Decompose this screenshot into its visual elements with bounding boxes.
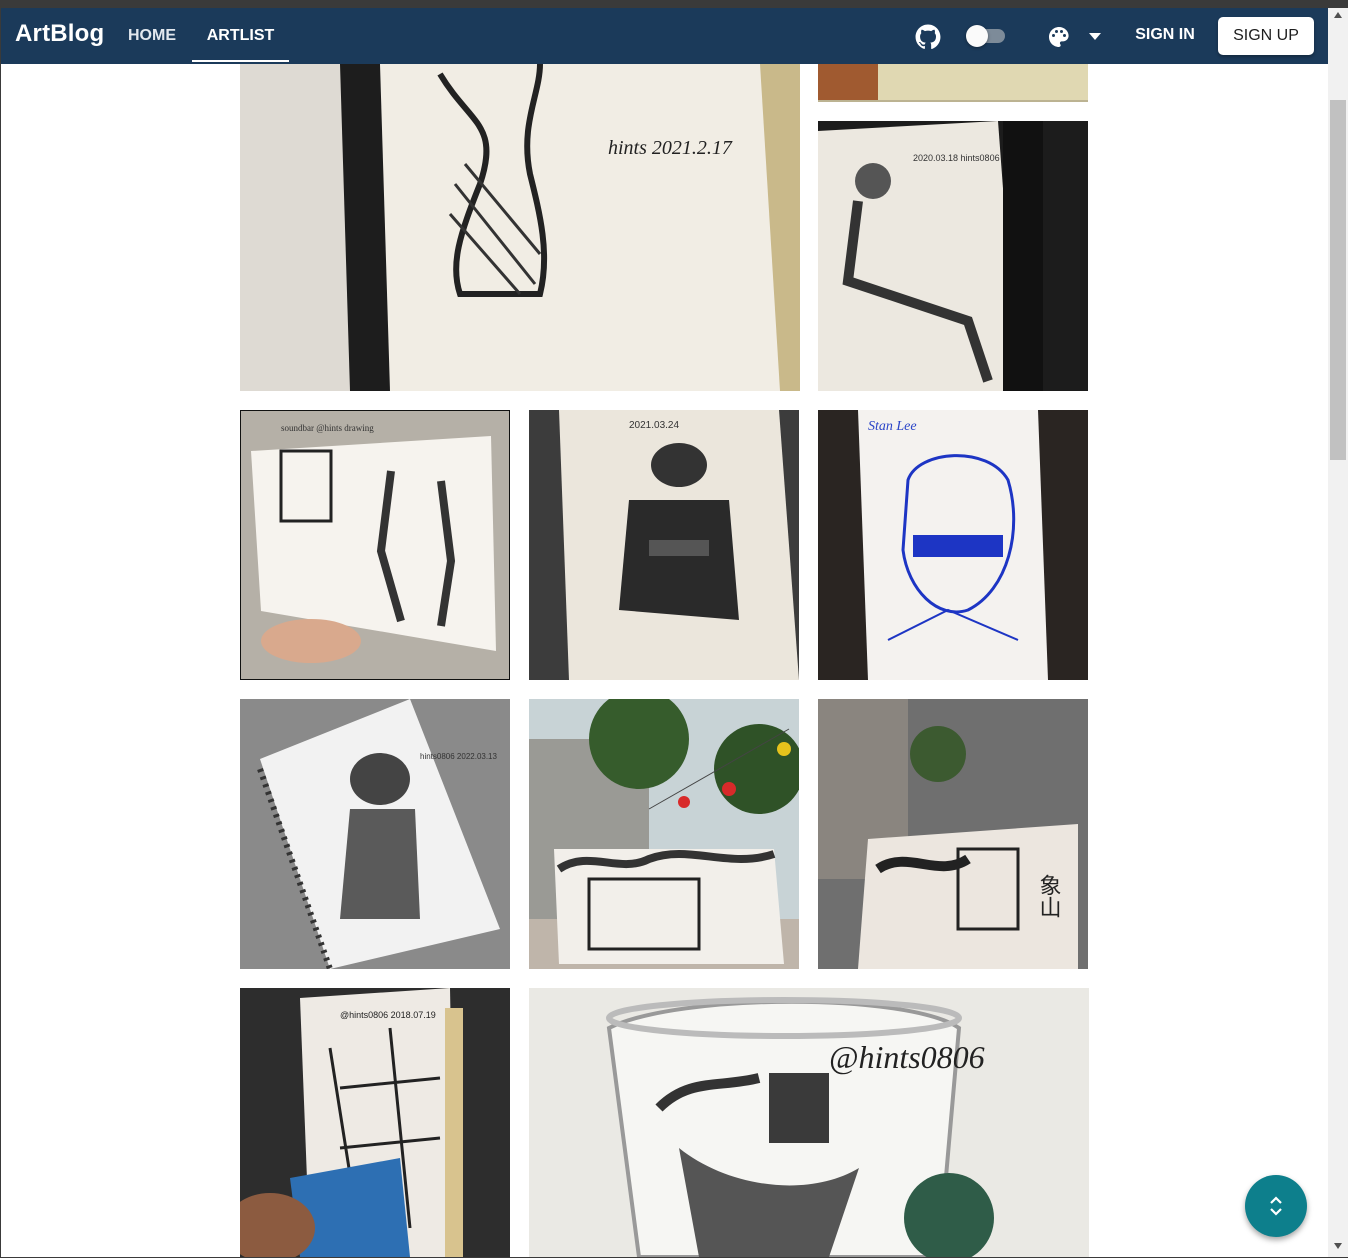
gallery-tile[interactable] bbox=[529, 699, 799, 969]
app-bar: ArtBlog HOME ARTLIST SIGN IN SIGN UP bbox=[1, 8, 1328, 64]
page-viewport: ArtBlog HOME ARTLIST SIGN IN SIGN UP hin… bbox=[1, 8, 1328, 1257]
nav-artlist-tab[interactable]: ARTLIST bbox=[192, 8, 289, 64]
tile-caption: @hints0806 2018.07.19 bbox=[340, 1010, 436, 1020]
sketch-image: hints0806 2022.03.13 bbox=[240, 699, 510, 969]
gallery-tile[interactable]: hints0806 2022.03.13 bbox=[240, 699, 510, 969]
sketch-image: @hints0806 bbox=[529, 988, 1089, 1257]
tile-caption: hints0806 2022.03.13 bbox=[420, 752, 498, 761]
chevron-down-icon[interactable] bbox=[1089, 33, 1101, 40]
gallery-tile[interactable]: Stan Lee bbox=[818, 410, 1088, 680]
scrollbar-thumb[interactable] bbox=[1330, 100, 1346, 460]
sign-in-button[interactable]: SIGN IN bbox=[1123, 20, 1207, 50]
gallery-tile[interactable]: soundbar @hints drawing bbox=[240, 410, 510, 680]
unfold-icon bbox=[1270, 1196, 1282, 1216]
github-icon[interactable] bbox=[915, 24, 941, 50]
tile-caption: 2021.03.24 bbox=[629, 420, 679, 431]
sketch-image: Stan Lee bbox=[818, 410, 1088, 680]
sketch-image: soundbar @hints drawing bbox=[241, 411, 509, 679]
sketch-image bbox=[529, 699, 799, 969]
scroll-up-arrow[interactable] bbox=[1334, 12, 1342, 18]
tile-caption: @hints0806 bbox=[829, 1039, 985, 1075]
nav-home-tab[interactable]: HOME bbox=[116, 8, 188, 64]
sketch-image bbox=[818, 64, 1088, 102]
brand-logo[interactable]: ArtBlog bbox=[15, 20, 104, 48]
tile-caption: Stan Lee bbox=[868, 419, 917, 434]
gallery-tile[interactable]: @hints0806 bbox=[529, 988, 1089, 1257]
gallery-tile[interactable]: 象山 bbox=[818, 699, 1088, 969]
sketch-image: @hints0806 2018.07.19 bbox=[240, 988, 510, 1257]
gallery-tile[interactable]: 2020.03.18 hints0806 bbox=[818, 121, 1088, 391]
scroll-toggle-button[interactable] bbox=[1245, 1175, 1307, 1237]
tile-caption: hints 2021.2.17 bbox=[608, 137, 733, 159]
palette-icon[interactable] bbox=[1047, 25, 1071, 49]
tile-caption: 2020.03.18 hints0806 bbox=[913, 153, 1000, 163]
gallery-tile[interactable]: hints 2021.2.17 bbox=[240, 64, 800, 391]
tile-caption: 象山 bbox=[1036, 874, 1061, 918]
theme-toggle-knob bbox=[966, 25, 988, 47]
sketch-image: 2021.03.24 bbox=[529, 410, 799, 680]
gallery-tile[interactable]: 2021.03.24 bbox=[529, 410, 799, 680]
sketch-image: 象山 bbox=[818, 699, 1088, 969]
sketch-image: 2020.03.18 hints0806 bbox=[818, 121, 1088, 391]
gallery-tile[interactable]: @hints0806 2018.07.19 bbox=[240, 988, 510, 1257]
sketch-image: hints 2021.2.17 bbox=[240, 64, 800, 391]
sign-up-button[interactable]: SIGN UP bbox=[1218, 17, 1314, 55]
gallery-tile[interactable] bbox=[818, 64, 1088, 102]
tile-caption: soundbar @hints drawing bbox=[281, 423, 374, 433]
scroll-down-arrow[interactable] bbox=[1334, 1243, 1342, 1249]
